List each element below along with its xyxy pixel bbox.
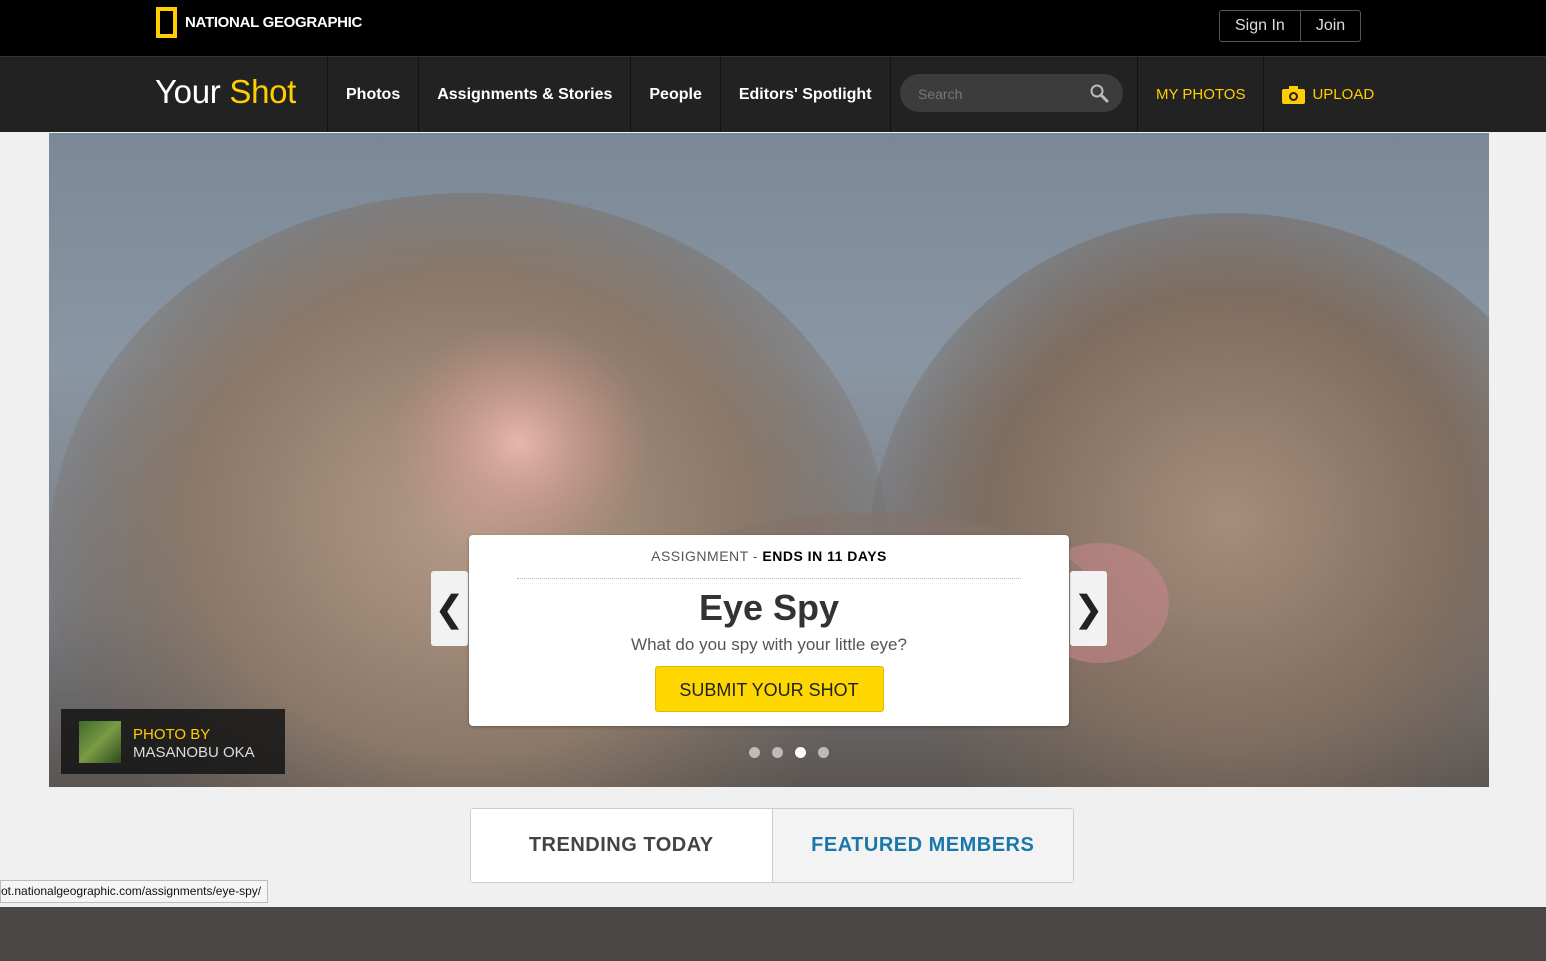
sign-in-button[interactable]: Sign In xyxy=(1220,11,1300,41)
content-tabs: TRENDING TODAY FEATURED MEMBERS xyxy=(470,808,1074,883)
photo-credit[interactable]: PHOTO BY MASANOBU OKA xyxy=(61,709,285,774)
assignment-title[interactable]: Eye Spy xyxy=(469,587,1069,629)
national-geographic-logo[interactable]: NATIONAL GEOGRAPHIC xyxy=(156,7,362,38)
assignment-deadline: ENDS IN 11 DAYS xyxy=(762,548,887,564)
photo-by-label: PHOTO BY xyxy=(133,726,211,743)
submit-shot-button[interactable]: SUBMIT YOUR SHOT xyxy=(654,666,884,712)
carousel-dot-3[interactable] xyxy=(795,747,806,758)
search-icon[interactable] xyxy=(1089,83,1109,103)
nav-item-people[interactable]: People xyxy=(630,57,719,132)
photographer-name: MASANOBU OKA xyxy=(133,744,255,761)
assignment-meta: ASSIGNMENT - ENDS IN 11 DAYS xyxy=(469,548,1069,564)
search-box xyxy=(900,74,1123,112)
bottom-panel xyxy=(0,907,1546,961)
brand-part-1: Your xyxy=(155,73,221,110)
camera-icon xyxy=(1282,85,1306,104)
join-button[interactable]: Join xyxy=(1299,11,1360,41)
brand-part-2: Shot xyxy=(229,73,297,110)
tab-trending-today[interactable]: TRENDING TODAY xyxy=(471,809,772,882)
upload-label: UPLOAD xyxy=(1312,86,1375,103)
yellow-border-icon xyxy=(156,7,177,38)
tab-featured-members[interactable]: FEATURED MEMBERS xyxy=(771,809,1073,882)
user-nav: MY PHOTOS UPLOAD xyxy=(1137,57,1392,132)
carousel-dot-1[interactable] xyxy=(749,747,760,758)
main-nav: Your Shot Photos Assignments & Stories P… xyxy=(0,56,1546,132)
your-shot-logo[interactable]: Your Shot xyxy=(155,73,296,111)
carousel-dot-2[interactable] xyxy=(772,747,783,758)
my-photos-label: MY PHOTOS xyxy=(1156,86,1246,103)
carousel-dot-4[interactable] xyxy=(818,747,829,758)
nav-item-assignments-stories[interactable]: Assignments & Stories xyxy=(418,57,630,132)
photographer-avatar xyxy=(79,721,121,763)
search-input[interactable] xyxy=(916,83,1080,105)
nav-item-photos[interactable]: Photos xyxy=(327,57,418,132)
assignment-label: ASSIGNMENT - xyxy=(651,548,758,564)
top-bar: NATIONAL GEOGRAPHIC Sign In Join xyxy=(0,0,1546,56)
assignment-subtitle: What do you spy with your little eye? xyxy=(631,635,907,654)
prev-arrow[interactable]: ❮ xyxy=(431,571,468,646)
status-bar-url: ot.nationalgeographic.com/assignments/ey… xyxy=(0,880,269,903)
hero-carousel: ❮ ❯ ASSIGNMENT - ENDS IN 11 DAYS Eye Spy… xyxy=(49,133,1489,787)
auth-buttons: Sign In Join xyxy=(1219,10,1362,42)
next-arrow[interactable]: ❯ xyxy=(1070,571,1107,646)
nav-item-editors-spotlight[interactable]: Editors' Spotlight xyxy=(719,57,891,132)
nav-menu: Photos Assignments & Stories People Edit… xyxy=(327,57,891,132)
assignment-card: ASSIGNMENT - ENDS IN 11 DAYS Eye Spy Wha… xyxy=(469,535,1069,726)
logo-text: NATIONAL GEOGRAPHIC xyxy=(185,14,363,31)
carousel-dots xyxy=(749,747,841,758)
card-divider xyxy=(517,578,1021,579)
upload-link[interactable]: UPLOAD xyxy=(1263,57,1392,132)
my-photos-link[interactable]: MY PHOTOS xyxy=(1137,57,1263,132)
